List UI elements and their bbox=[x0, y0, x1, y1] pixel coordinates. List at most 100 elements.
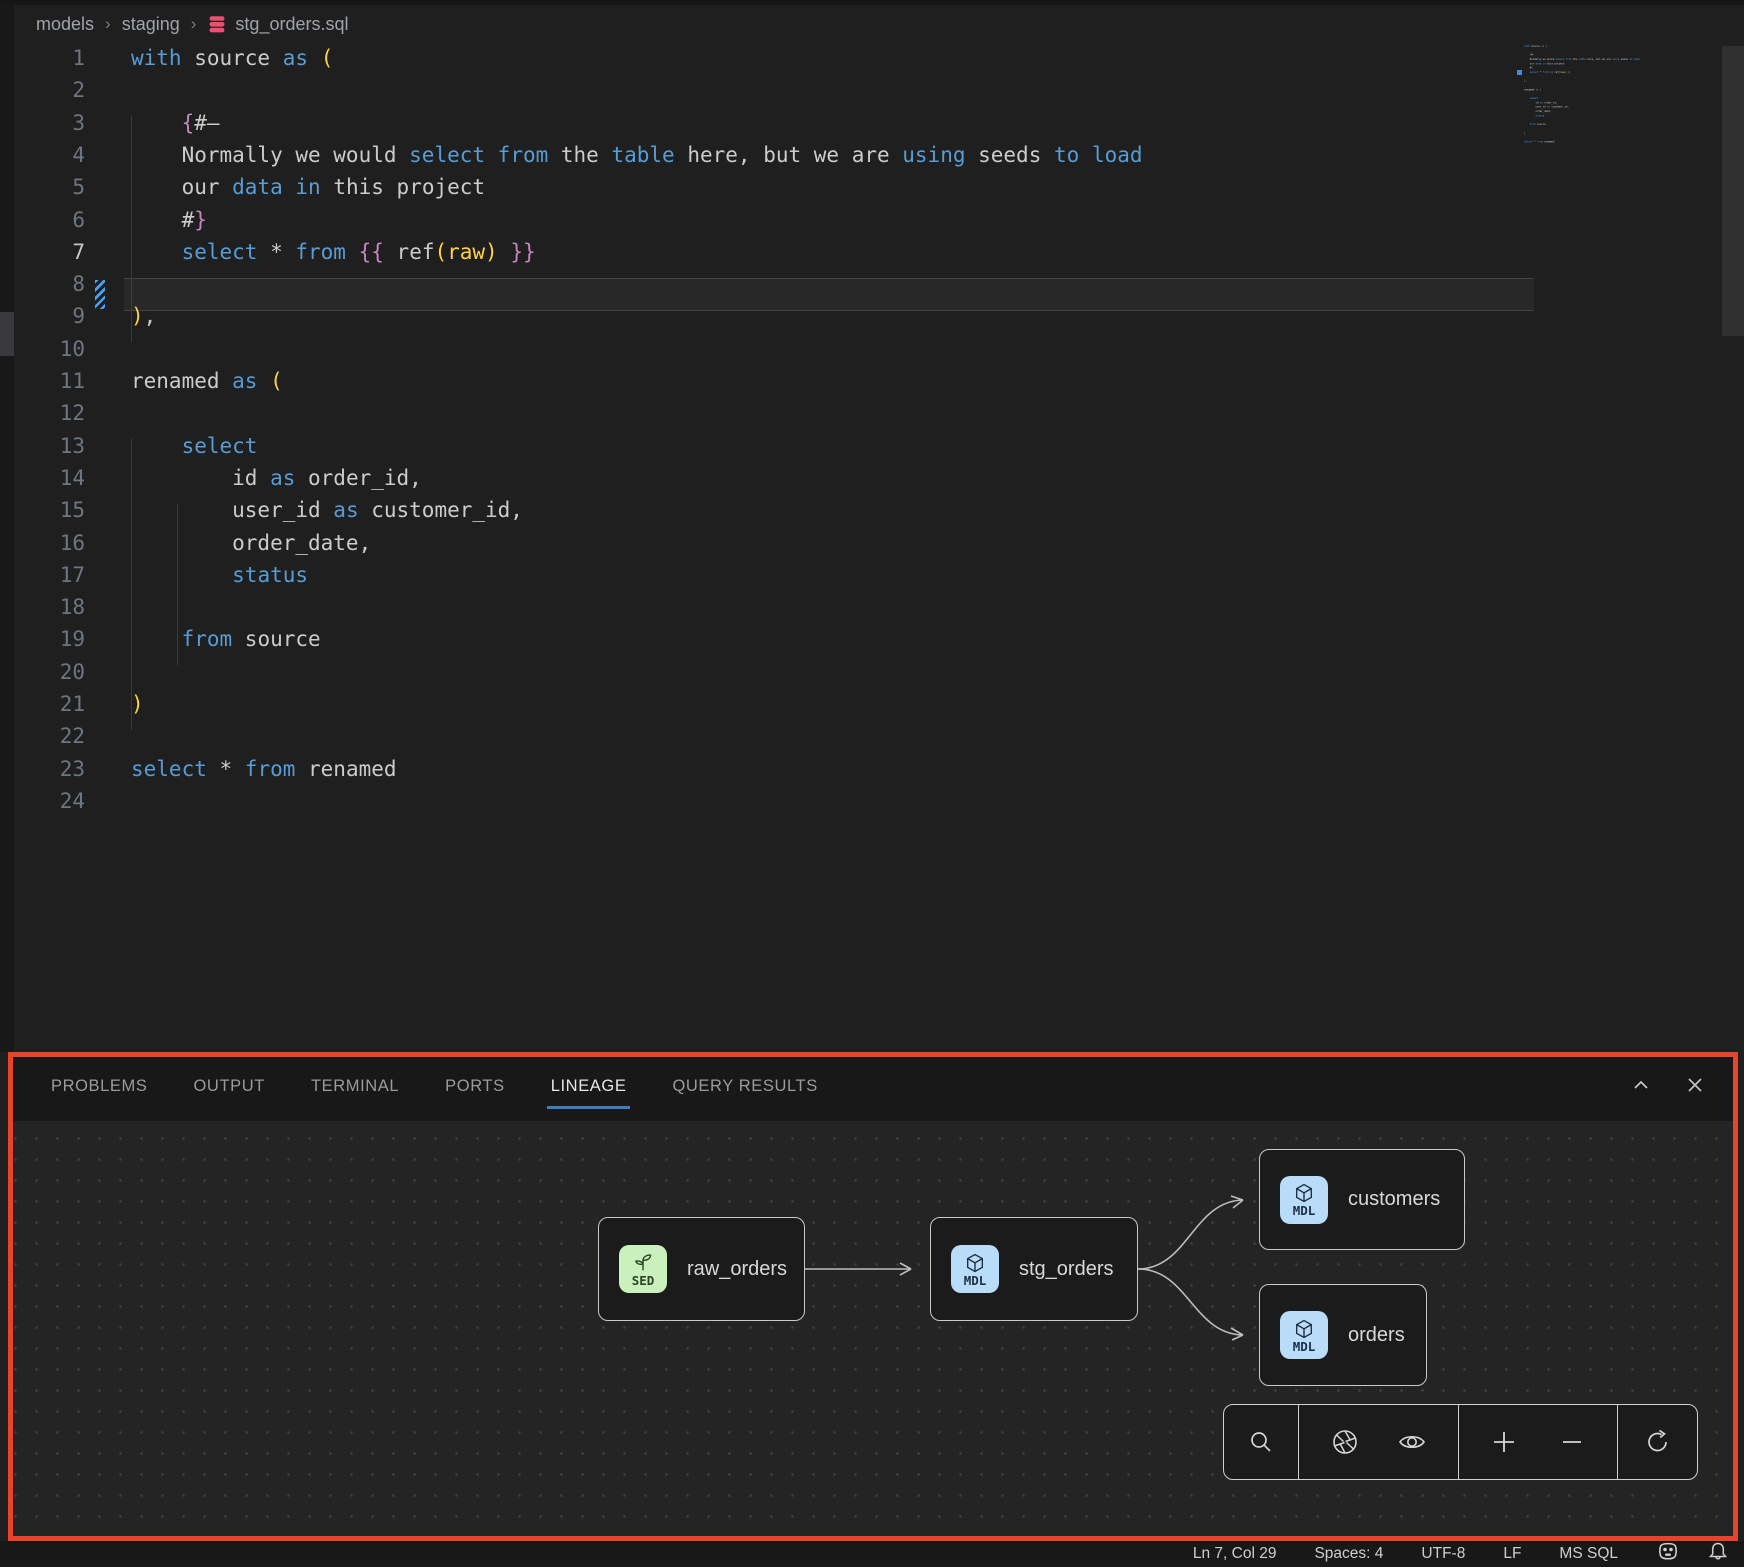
node-label: raw_orders bbox=[687, 1258, 787, 1281]
tab-terminal[interactable]: TERMINAL bbox=[311, 1067, 399, 1112]
chevron-right-icon: › bbox=[105, 14, 111, 34]
code-line-3[interactable]: 3 {#– bbox=[14, 107, 220, 140]
code-line-7[interactable]: 7 select * from {{ ref(raw) }} bbox=[14, 236, 536, 269]
lineage-node-raw_orders[interactable]: SED raw_orders bbox=[598, 1217, 805, 1321]
code-line-2[interactable]: 2 bbox=[14, 74, 131, 107]
tab-ports[interactable]: PORTS bbox=[445, 1067, 505, 1112]
line-number: 15 bbox=[14, 494, 85, 527]
zoom-out-button[interactable] bbox=[1550, 1420, 1594, 1464]
refresh-icon bbox=[1643, 1427, 1673, 1457]
tab-problems[interactable]: PROBLEMS bbox=[51, 1067, 148, 1112]
code-line-24[interactable]: 24 bbox=[14, 785, 131, 818]
badge-label: MDL bbox=[1293, 1204, 1316, 1217]
line-number: 11 bbox=[14, 365, 85, 398]
code-line-23[interactable]: 23select * from renamed bbox=[14, 753, 397, 786]
search-icon bbox=[1247, 1428, 1275, 1456]
code-line-17[interactable]: 17 status bbox=[14, 559, 308, 592]
vscode-window: models › staging › stg_orders.sql 1with … bbox=[0, 0, 1744, 1567]
code-line-21[interactable]: 21) bbox=[14, 688, 144, 721]
line-number: 5 bbox=[14, 171, 85, 204]
badge-label: MDL bbox=[964, 1274, 987, 1287]
editor-scrollbar[interactable] bbox=[1722, 46, 1744, 336]
copilot-icon bbox=[1656, 1542, 1680, 1562]
chevron-up-icon bbox=[1630, 1074, 1652, 1096]
line-number: 7 bbox=[14, 236, 85, 269]
code-line-14[interactable]: 14 id as order_id, bbox=[14, 462, 422, 495]
status-cursor-position[interactable]: Ln 7, Col 29 bbox=[1193, 1545, 1277, 1563]
minimap[interactable]: with source as ( {#– Normally we would s… bbox=[1524, 44, 1714, 149]
code-line-18[interactable]: 18 bbox=[14, 591, 131, 624]
code-line-16[interactable]: 16 order_date, bbox=[14, 527, 371, 560]
line-number: 14 bbox=[14, 462, 85, 495]
seedling-icon bbox=[632, 1252, 654, 1274]
model-badge: MDL bbox=[1280, 1311, 1328, 1359]
tab-query-results[interactable]: QUERY RESULTS bbox=[672, 1067, 817, 1112]
code-line-20[interactable]: 20 bbox=[14, 656, 131, 689]
lineage-node-orders[interactable]: MDL orders bbox=[1259, 1284, 1427, 1386]
model-badge: MDL bbox=[1280, 1176, 1328, 1224]
bottom-panel-highlighted: PROBLEMS OUTPUT TERMINAL PORTS LINEAGE QUERY … bbox=[8, 1052, 1738, 1541]
code-line-22[interactable]: 22 bbox=[14, 720, 131, 753]
line-number: 3 bbox=[14, 107, 85, 140]
zoom-in-icon bbox=[1490, 1428, 1518, 1456]
zoom-in-button[interactable] bbox=[1482, 1420, 1526, 1464]
code-line-15[interactable]: 15 user_id as customer_id, bbox=[14, 494, 523, 527]
panel-tab-bar: PROBLEMS OUTPUT TERMINAL PORTS LINEAGE QUERY … bbox=[13, 1057, 1733, 1121]
close-panel-button[interactable] bbox=[1683, 1073, 1707, 1097]
code-line-11[interactable]: 11renamed as ( bbox=[14, 365, 283, 398]
status-encoding[interactable]: UTF-8 bbox=[1421, 1545, 1465, 1563]
code-line-9[interactable]: 9), bbox=[14, 300, 156, 333]
status-language-mode[interactable]: MS SQL bbox=[1559, 1545, 1618, 1563]
node-label: orders bbox=[1348, 1324, 1405, 1347]
line-number: 4 bbox=[14, 139, 85, 172]
tab-lineage[interactable]: LINEAGE bbox=[551, 1067, 627, 1112]
breadcrumb: models › staging › stg_orders.sql bbox=[36, 9, 348, 39]
code-line-19[interactable]: 19 from source bbox=[14, 623, 321, 656]
line-number: 1 bbox=[14, 42, 85, 75]
refresh-button[interactable] bbox=[1636, 1420, 1680, 1464]
line-number: 18 bbox=[14, 591, 85, 624]
lineage-canvas[interactable]: SEDraw_ordersMDLstg_ordersMDLcustomersMD… bbox=[13, 1121, 1733, 1536]
line-number: 22 bbox=[14, 720, 85, 753]
notifications-button[interactable] bbox=[1708, 1541, 1728, 1567]
maximize-panel-button[interactable] bbox=[1629, 1073, 1653, 1097]
line-number: 10 bbox=[14, 333, 85, 366]
code-line-4[interactable]: 4 Normally we would select from the tabl… bbox=[14, 139, 1143, 172]
code-editor[interactable]: 1with source as (23 {#–4 Normally we wou… bbox=[14, 42, 1514, 1042]
database-icon bbox=[207, 14, 227, 34]
line-number: 24 bbox=[14, 785, 85, 818]
code-line-13[interactable]: 13 select bbox=[14, 430, 257, 463]
breadcrumb-models[interactable]: models bbox=[36, 14, 94, 35]
minimap-modified-marker bbox=[1517, 70, 1522, 75]
line-number: 12 bbox=[14, 397, 85, 430]
breadcrumb-file[interactable]: stg_orders.sql bbox=[207, 14, 348, 35]
left-edge-scroll-thumb[interactable] bbox=[0, 312, 14, 356]
search-button[interactable] bbox=[1239, 1420, 1283, 1464]
line-number: 6 bbox=[14, 204, 85, 237]
breadcrumb-staging[interactable]: staging bbox=[122, 14, 180, 35]
code-line-8[interactable]: 8 bbox=[14, 268, 131, 301]
status-eol[interactable]: LF bbox=[1503, 1545, 1521, 1563]
line-number: 23 bbox=[14, 753, 85, 786]
code-line-6[interactable]: 6 #} bbox=[14, 204, 207, 237]
line-number: 21 bbox=[14, 688, 85, 721]
current-line-highlight bbox=[124, 278, 1534, 311]
tab-output[interactable]: OUTPUT bbox=[194, 1067, 265, 1112]
copilot-button[interactable] bbox=[1656, 1542, 1680, 1567]
code-line-10[interactable]: 10 bbox=[14, 333, 131, 366]
snapshot-button[interactable] bbox=[1323, 1420, 1367, 1464]
seed-badge: SED bbox=[619, 1245, 667, 1293]
chevron-right-icon: › bbox=[191, 14, 197, 34]
code-line-12[interactable]: 12 bbox=[14, 397, 131, 430]
status-indentation[interactable]: Spaces: 4 bbox=[1314, 1545, 1383, 1563]
status-bar: Ln 7, Col 29 Spaces: 4 UTF-8 LF MS SQL bbox=[0, 1541, 1744, 1567]
line-number: 9 bbox=[14, 300, 85, 333]
lineage-node-stg_orders[interactable]: MDLstg_orders bbox=[930, 1217, 1138, 1321]
code-line-1[interactable]: 1with source as ( bbox=[14, 42, 333, 75]
window-top-edge bbox=[0, 0, 1744, 5]
node-label: customers bbox=[1348, 1188, 1440, 1211]
visibility-button[interactable] bbox=[1390, 1420, 1434, 1464]
zoom-out-icon bbox=[1558, 1428, 1586, 1456]
lineage-node-customers[interactable]: MDL customers bbox=[1259, 1149, 1465, 1250]
code-line-5[interactable]: 5 our data in this project bbox=[14, 171, 485, 204]
